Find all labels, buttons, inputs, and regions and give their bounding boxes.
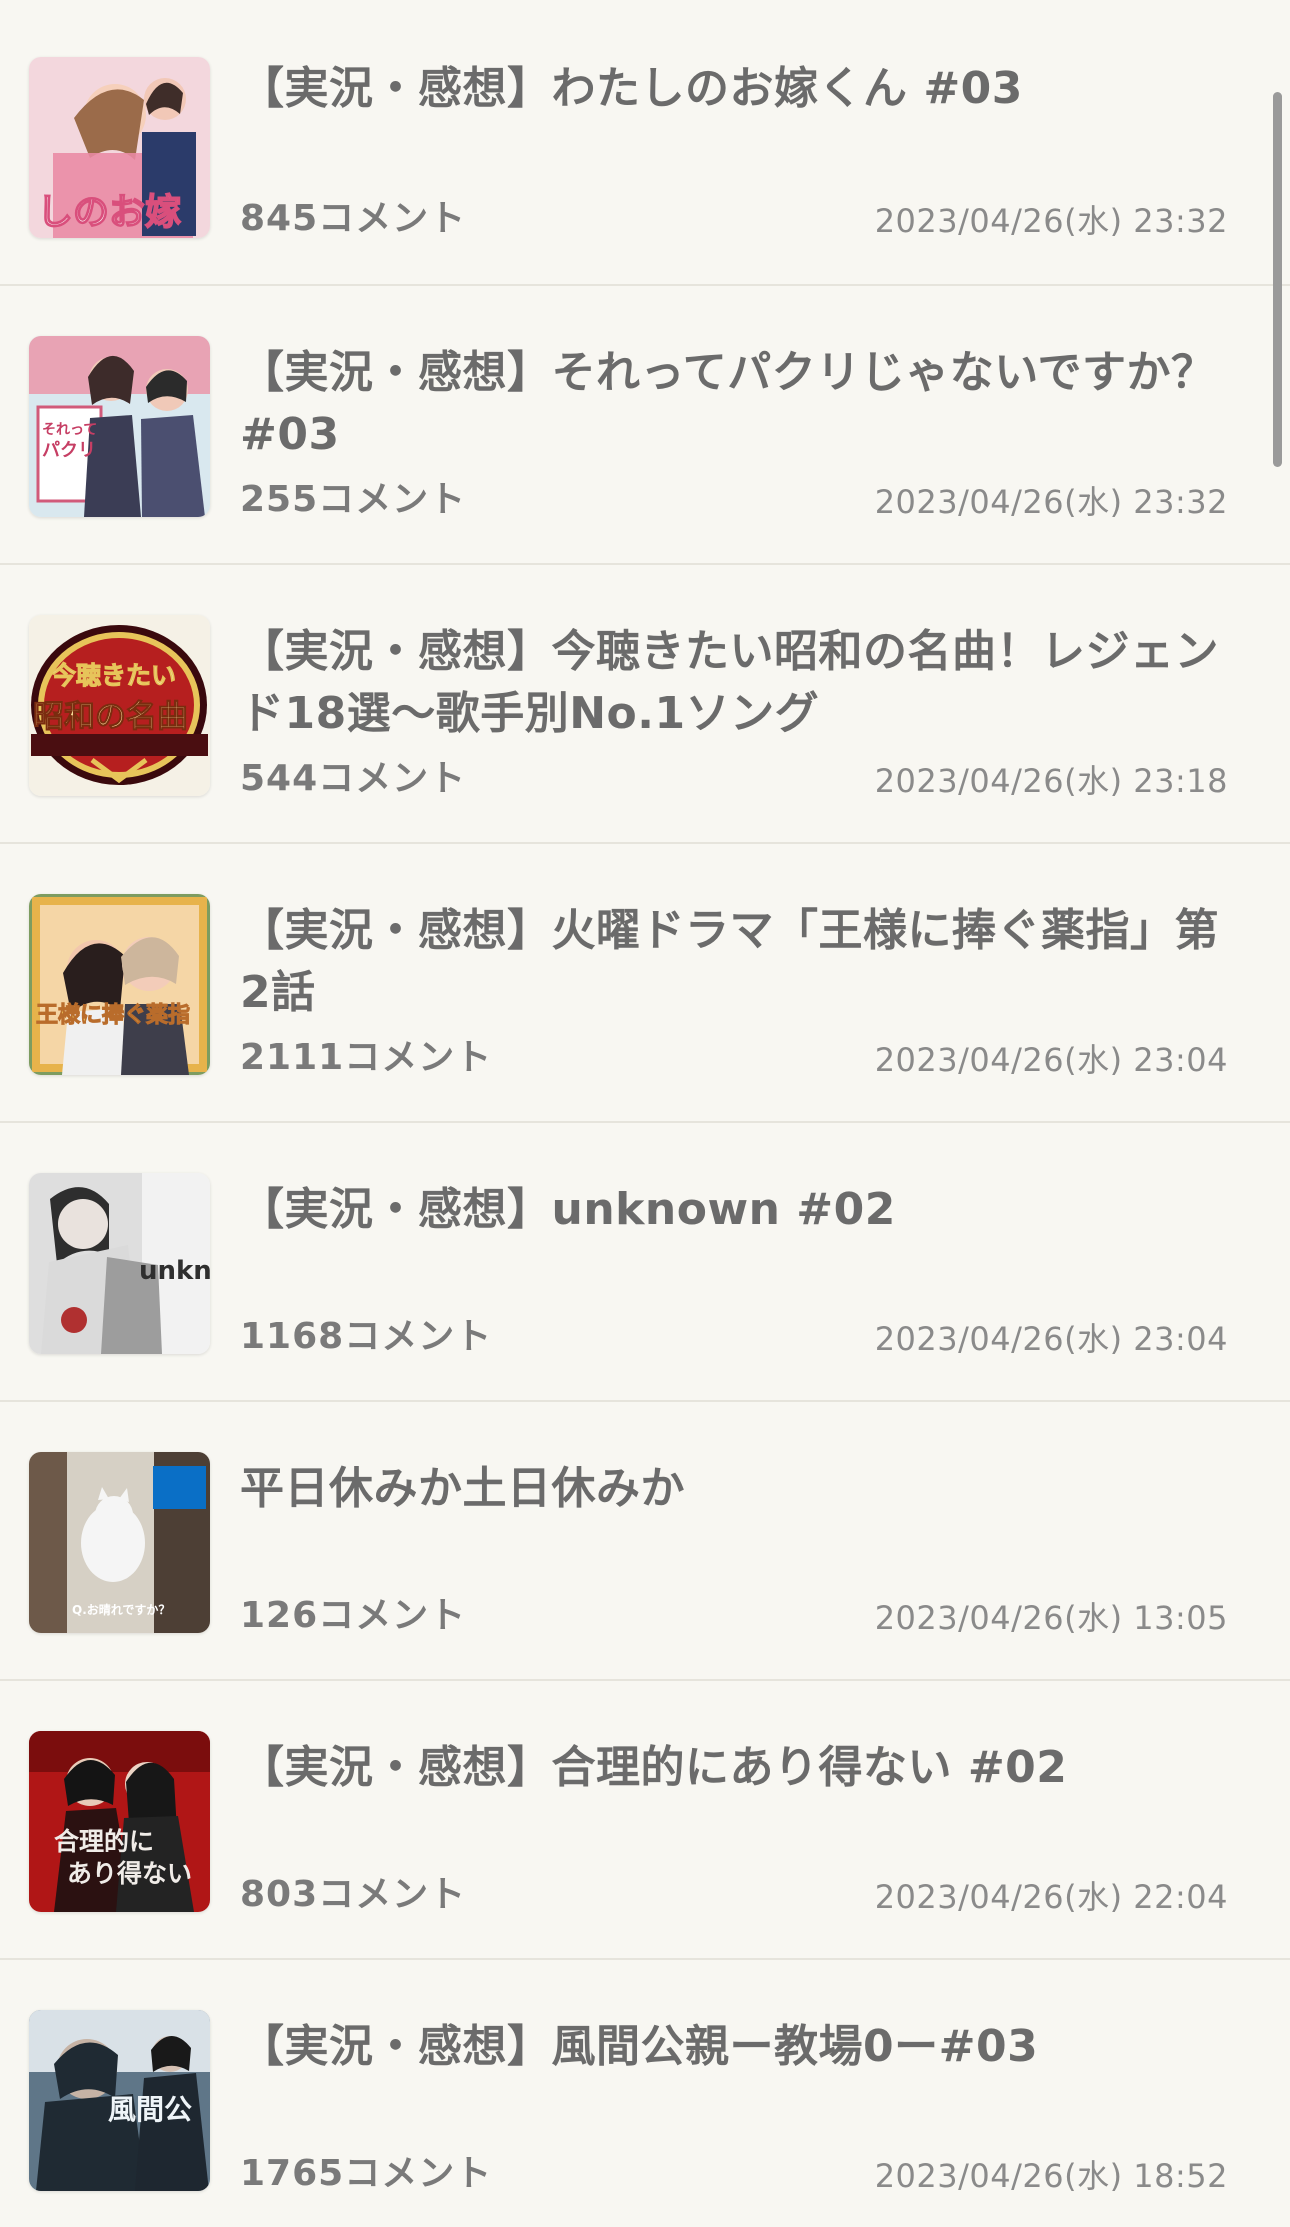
comment-count: 2111コメント <box>240 1037 493 1078</box>
svg-text:unkn: unkn <box>139 1256 210 1286</box>
drama-poster-monochrome-image[interactable]: unkn <box>29 1173 210 1354</box>
topic-row[interactable]: unkn 【実況・感想】unknown #02 1168コメント 2023/04/26… <box>0 1123 1290 1402</box>
cat-photo-image[interactable]: Q.お晴れですか？ <box>29 1452 210 1633</box>
topic-date: 2023/04/26(水) 23:32 <box>874 483 1228 521</box>
svg-text:風間公: 風間公 <box>108 2093 192 2126</box>
svg-text:Q.お晴れですか？: Q.お晴れですか？ <box>72 1602 170 1617</box>
drama-poster-blue-image[interactable]: 風間公 <box>29 2010 210 2191</box>
comment-count: 126コメント <box>240 1595 467 1636</box>
topic-date: 2023/04/26(水) 13:05 <box>874 1599 1228 1637</box>
topic-date: 2023/04/26(水) 23:32 <box>874 202 1228 240</box>
svg-text:しのお嫁: しのお嫁 <box>37 192 181 233</box>
comment-count: 1765コメント <box>240 2153 493 2194</box>
comment-count: 803コメント <box>240 1874 467 1915</box>
topic-title[interactable]: 平日休みか土日休みか <box>240 1458 1230 1520</box>
topic-title[interactable]: 【実況・感想】unknown #02 <box>240 1179 1230 1241</box>
music-show-logo-image[interactable]: 今聴きたい 昭和の名曲 <box>29 615 210 796</box>
comment-count: 544コメント <box>240 758 467 799</box>
drama-poster-gold-frame-image[interactable]: 王様に捧ぐ薬指 <box>29 894 210 1075</box>
topic-title[interactable]: 【実況・感想】それってパクリじゃないですか？ #03 <box>240 342 1230 466</box>
topic-row[interactable]: 今聴きたい 昭和の名曲 【実況・感想】今聴きたい昭和の名曲！レジェンド18選〜歌… <box>0 565 1290 844</box>
topic-row[interactable]: しのお嫁 【実況・感想】わたしのお嫁くん #03 845コメント 2023/04/26… <box>0 0 1290 286</box>
topic-date: 2023/04/26(水) 23:04 <box>874 1041 1228 1079</box>
topic-row[interactable]: それって パクリ 【実況・感想】それってパクリじゃないですか？ #03 255コメン… <box>0 286 1290 565</box>
svg-text:王様に捧ぐ薬指: 王様に捧ぐ薬指 <box>36 1002 190 1028</box>
drama-poster-pink-image[interactable]: しのお嫁 <box>29 57 210 238</box>
topic-date: 2023/04/26(水) 23:18 <box>874 762 1228 800</box>
topic-row[interactable]: 風間公 【実況・感想】風間公親ー教場0ー#03 1765コメント 2023/04/26… <box>0 1960 1290 2227</box>
comment-count: 845コメント <box>240 198 467 239</box>
svg-text:あり得ない: あり得ない <box>67 1859 192 1888</box>
topic-date: 2023/04/26(水) 23:04 <box>874 1320 1228 1358</box>
topic-title[interactable]: 【実況・感想】風間公親ー教場0ー#03 <box>240 2016 1230 2078</box>
drama-poster-office-image[interactable]: それって パクリ <box>29 336 210 517</box>
comment-count: 1168コメント <box>240 1316 493 1357</box>
comment-count: 255コメント <box>240 479 467 520</box>
topic-row[interactable]: 合理的に あり得ない 【実況・感想】合理的にあり得ない #02 803コメント 202… <box>0 1681 1290 1960</box>
drama-poster-red-image[interactable]: 合理的に あり得ない <box>29 1731 210 1912</box>
svg-text:合理的に: 合理的に <box>54 1827 154 1856</box>
topic-date: 2023/04/26(水) 18:52 <box>874 2157 1228 2195</box>
topic-list-page: しのお嫁 【実況・感想】わたしのお嫁くん #03 845コメント 2023/04/26… <box>0 0 1290 2227</box>
topic-list: しのお嫁 【実況・感想】わたしのお嫁くん #03 845コメント 2023/04/26… <box>0 0 1290 2227</box>
svg-text:パクリ: パクリ <box>42 440 96 461</box>
svg-text:昭和の名曲: 昭和の名曲 <box>33 699 188 735</box>
topic-title[interactable]: 【実況・感想】わたしのお嫁くん #03 <box>240 58 1230 120</box>
topic-title[interactable]: 【実況・感想】今聴きたい昭和の名曲！レジェンド18選〜歌手別No.1ソング <box>240 621 1230 745</box>
svg-text:それって: それって <box>42 422 97 438</box>
vertical-scrollbar[interactable] <box>1273 92 1282 467</box>
topic-title[interactable]: 【実況・感想】合理的にあり得ない #02 <box>240 1737 1230 1799</box>
topic-title[interactable]: 【実況・感想】火曜ドラマ「王様に捧ぐ薬指」第2話 <box>240 900 1230 1024</box>
topic-date: 2023/04/26(水) 22:04 <box>874 1878 1228 1916</box>
topic-row[interactable]: Q.お晴れですか？ 平日休みか土日休みか 126コメント 2023/04/26(水) … <box>0 1402 1290 1681</box>
svg-text:今聴きたい: 今聴きたい <box>51 661 176 690</box>
topic-row[interactable]: 王様に捧ぐ薬指 【実況・感想】火曜ドラマ「王様に捧ぐ薬指」第2話 2111コメント 2… <box>0 844 1290 1123</box>
